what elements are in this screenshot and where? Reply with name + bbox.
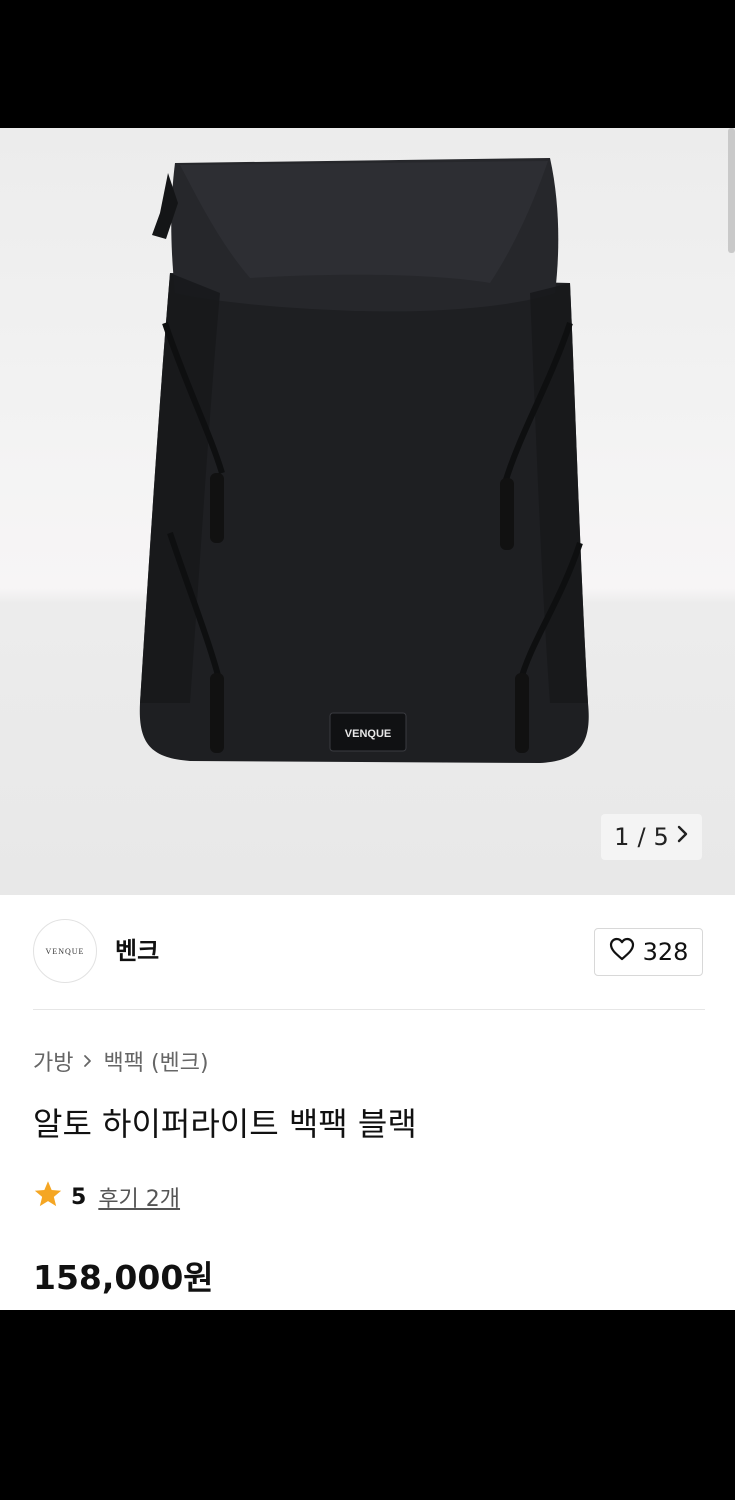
star-icon	[33, 1180, 63, 1214]
product-image-gallery[interactable]: VENQUE 1 / 5	[0, 128, 735, 895]
rating-row: 5 후기 2개	[33, 1180, 180, 1214]
seller-name[interactable]: 벤크	[115, 931, 159, 966]
image-counter[interactable]: 1 / 5	[601, 814, 702, 860]
seller-avatar[interactable]: VENQUE	[33, 919, 97, 983]
product-image-backpack: VENQUE	[139, 158, 589, 763]
breadcrumb-subcategory[interactable]: 백팩 (벤크)	[103, 1045, 208, 1077]
scrollbar-thumb[interactable]	[728, 128, 735, 253]
breadcrumb-category[interactable]: 가방	[33, 1045, 73, 1077]
counter-total: 5	[653, 823, 669, 851]
chevron-right-icon[interactable]	[677, 824, 689, 849]
heart-outline-icon	[609, 937, 635, 967]
status-bar-area	[0, 0, 735, 128]
product-price: 158,000원	[33, 1258, 214, 1297]
counter-current: 1	[614, 823, 630, 851]
seller-row: VENQUE 벤크 328	[33, 919, 703, 985]
product-info: VENQUE 벤크 328 가방 백팩 (벤크) 알토 하이퍼라이트 백팩 블랙…	[0, 895, 735, 1310]
divider	[33, 1009, 705, 1010]
breadcrumb: 가방 백팩 (벤크)	[33, 1045, 209, 1077]
avatar-logo-text: VENQUE	[45, 946, 85, 956]
chevron-right-icon	[83, 1049, 93, 1073]
product-title: 알토 하이퍼라이트 백팩 블랙	[33, 1105, 417, 1143]
counter-separator: /	[637, 823, 646, 851]
like-button[interactable]: 328	[594, 928, 703, 976]
like-count: 328	[642, 938, 689, 966]
rating-score: 5	[71, 1184, 87, 1210]
product-label-text: VENQUE	[345, 728, 391, 740]
navigation-bar-area	[0, 1310, 735, 1500]
reviews-link[interactable]: 후기 2개	[98, 1181, 180, 1213]
